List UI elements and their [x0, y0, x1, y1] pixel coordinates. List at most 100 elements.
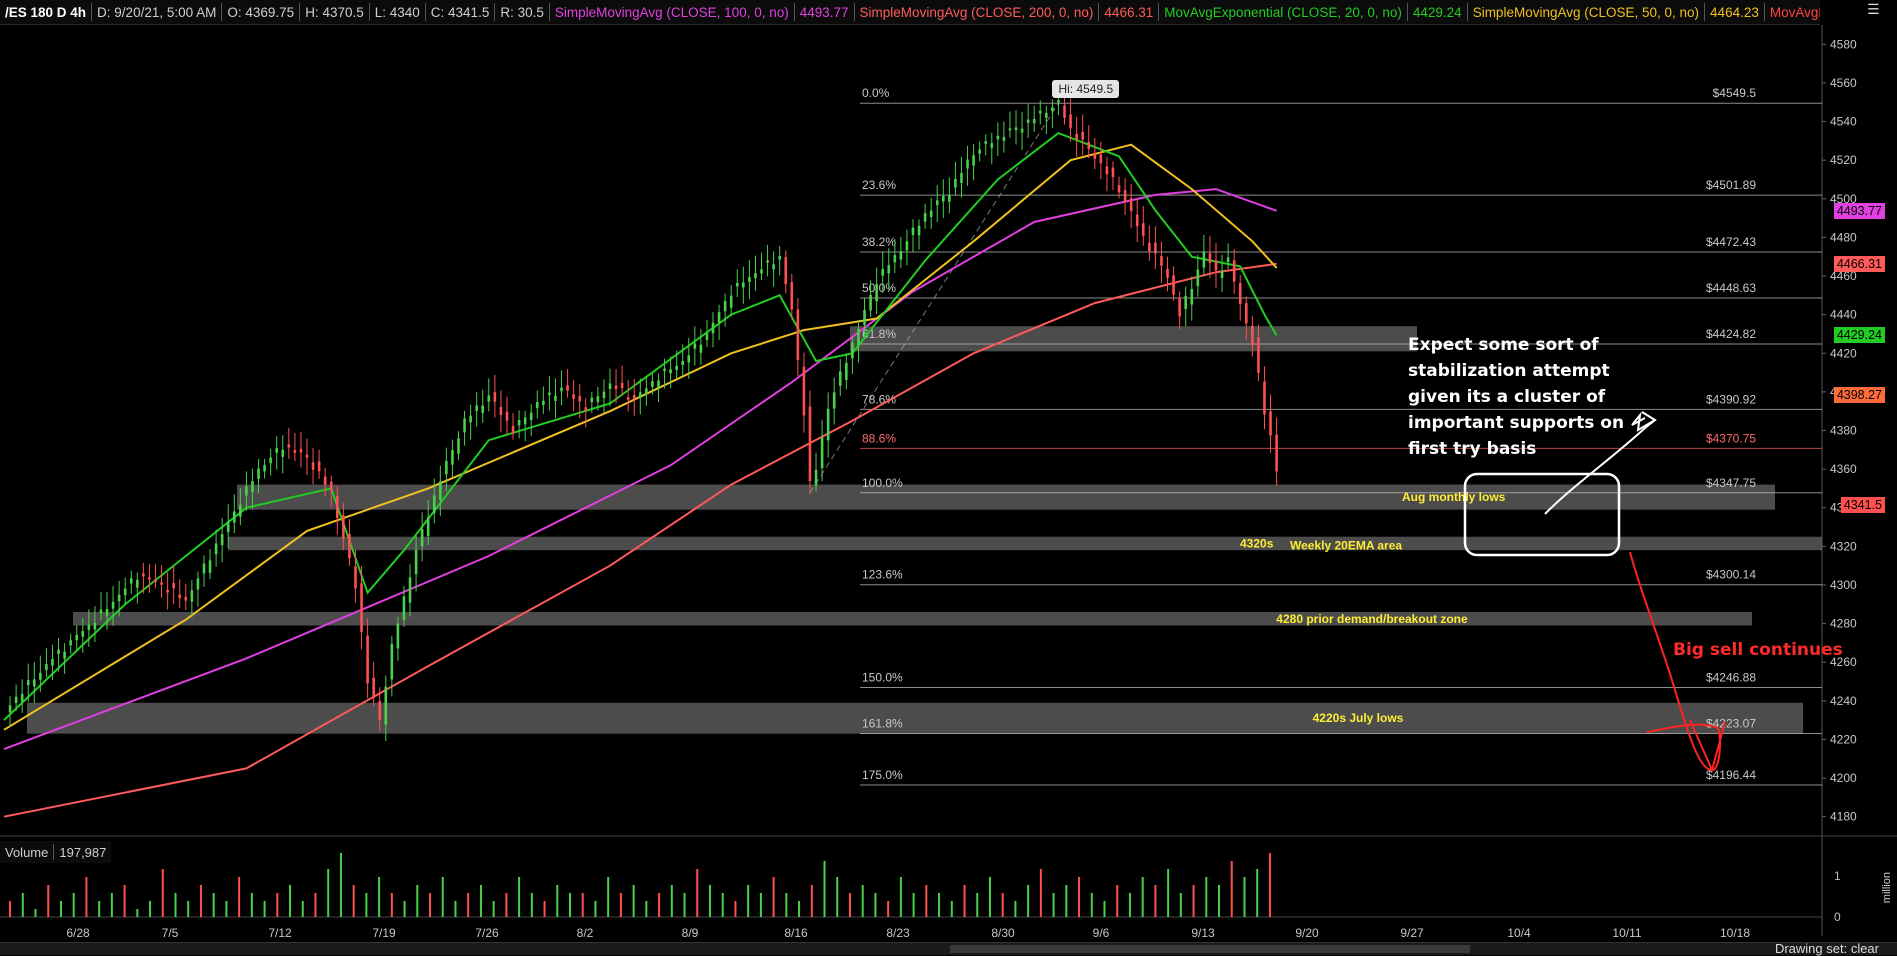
- candle-body: [784, 257, 788, 285]
- y-tick-label: 4380: [1830, 424, 1857, 438]
- candle-body: [590, 397, 594, 403]
- volume-bar: [136, 909, 139, 917]
- candle-body: [893, 255, 897, 263]
- candle-body: [281, 449, 285, 457]
- volume-bar: [505, 893, 508, 917]
- volume-bar: [416, 885, 419, 917]
- y-tick-label: 4520: [1830, 153, 1857, 167]
- candle-body: [269, 457, 272, 464]
- volume-bar: [339, 853, 342, 917]
- volume-bar: [289, 885, 292, 917]
- candle-body: [1045, 112, 1048, 118]
- candle-body: [287, 444, 291, 448]
- volume-bar: [212, 893, 215, 917]
- candle-body: [845, 362, 848, 380]
- candle-body: [426, 517, 430, 536]
- volume-bar: [848, 893, 851, 917]
- candle-body: [63, 651, 66, 659]
- candle-body: [1232, 260, 1236, 282]
- candle-body: [372, 677, 375, 699]
- candle-body: [1026, 119, 1030, 123]
- candle-body: [336, 495, 339, 518]
- zone-label: 4220s July lows: [1313, 711, 1404, 725]
- candle-body: [481, 405, 485, 414]
- candle-body: [796, 309, 800, 360]
- candle-body: [705, 333, 709, 340]
- x-tick-label: 8/16: [784, 926, 808, 940]
- candle-body: [1220, 270, 1224, 279]
- volume-bar: [1052, 893, 1055, 917]
- candle-body: [360, 583, 363, 633]
- y-tick-label: 4560: [1830, 76, 1857, 90]
- horizontal-scrollbar[interactable]: [950, 945, 1470, 953]
- candle-body: [499, 407, 503, 416]
- price-chart[interactable]: 4180420042204240426042804300432043404360…: [0, 0, 1897, 954]
- candle-body: [681, 361, 685, 365]
- candle-body: [1123, 189, 1127, 202]
- volume-bar: [530, 893, 533, 917]
- x-tick-label: 8/23: [886, 926, 910, 940]
- candle-body: [1202, 251, 1206, 268]
- volume-bar: [1090, 893, 1093, 917]
- candle-body: [166, 589, 169, 593]
- candle-body: [1226, 257, 1230, 263]
- volume-bar: [963, 885, 966, 917]
- fib-percent-label: 38.2%: [862, 235, 896, 249]
- volume-bar: [161, 869, 164, 917]
- x-tick-label: 10/4: [1507, 926, 1531, 940]
- candle-body: [1257, 337, 1260, 373]
- volume-bar: [1218, 885, 1221, 917]
- price-badge: 4493.77: [1833, 202, 1885, 219]
- fib-price-label: $4370.75: [1706, 431, 1756, 445]
- support-zone: [228, 536, 1822, 551]
- volume-bar: [314, 893, 317, 917]
- volume-unit-label: million: [1881, 872, 1893, 904]
- fib-price-label: $4448.63: [1706, 281, 1756, 295]
- volume-bar: [479, 885, 482, 917]
- candle-body: [820, 437, 824, 469]
- candle-body: [136, 579, 139, 588]
- volume-bar: [1179, 893, 1182, 917]
- volume-bar: [1065, 885, 1068, 917]
- candle-body: [978, 149, 981, 154]
- candle-body: [990, 143, 994, 148]
- volume-bar: [887, 901, 890, 917]
- volume-bar: [199, 885, 202, 917]
- volume-bar: [734, 901, 737, 917]
- volume-bar: [721, 893, 724, 917]
- candle-body: [117, 594, 121, 602]
- candle-body: [851, 342, 854, 359]
- x-tick-label: 7/26: [475, 926, 499, 940]
- candle-body: [196, 578, 200, 590]
- candle-body: [1214, 260, 1218, 271]
- volume-bar: [59, 901, 62, 917]
- candle-body: [857, 328, 860, 346]
- candle-body: [1190, 288, 1194, 305]
- volume-bar: [1078, 877, 1081, 917]
- candle-body: [51, 658, 54, 666]
- fib-percent-label: 161.8%: [862, 717, 903, 731]
- candle-body: [1014, 127, 1018, 131]
- fib-price-label: $4300.14: [1706, 568, 1756, 582]
- candle-body: [523, 417, 527, 425]
- candle-body: [402, 596, 406, 620]
- candle-body: [275, 448, 278, 453]
- volume-bar: [1243, 877, 1246, 917]
- candle-body: [1154, 242, 1157, 254]
- candle-body: [1038, 110, 1042, 114]
- volume-bar: [467, 893, 470, 917]
- volume-bar: [454, 901, 457, 917]
- volume-bar: [836, 877, 839, 917]
- candle-body: [305, 454, 309, 458]
- volume-value: 197,987: [59, 844, 107, 860]
- candle-body: [226, 521, 230, 533]
- candle-body: [1099, 154, 1103, 164]
- candle-body: [651, 381, 654, 387]
- volume-bar: [1268, 853, 1271, 917]
- candle-body: [535, 401, 539, 409]
- moving-average-line: [3, 188, 1277, 751]
- candle-body: [929, 210, 933, 217]
- candle-body: [772, 264, 775, 270]
- candle-body: [1111, 167, 1115, 178]
- candle-body: [669, 369, 672, 374]
